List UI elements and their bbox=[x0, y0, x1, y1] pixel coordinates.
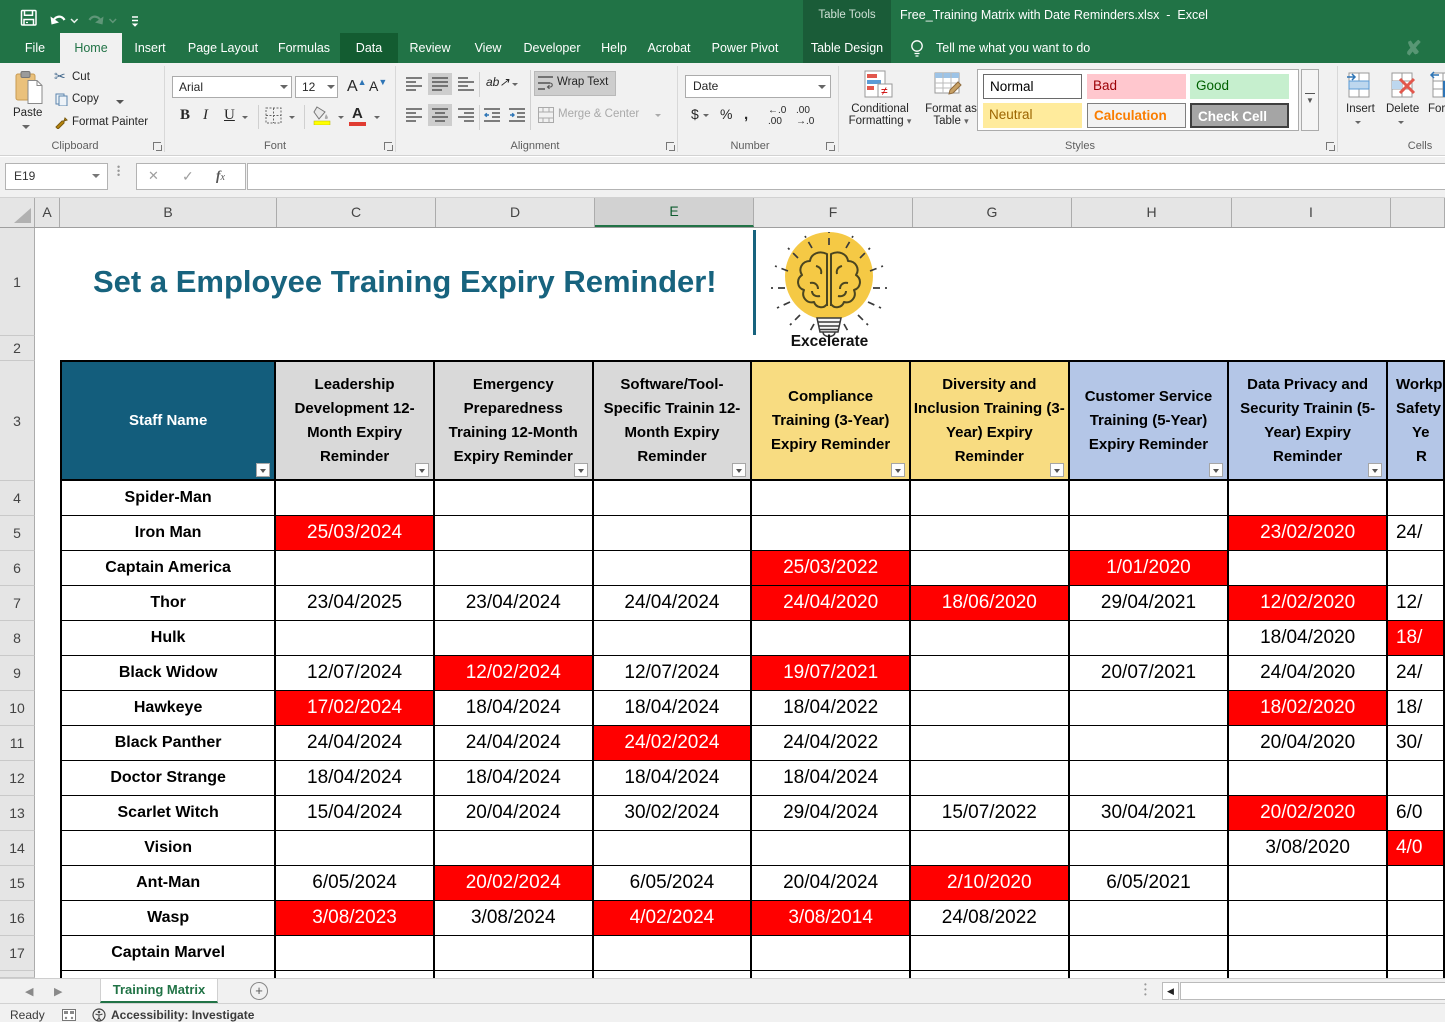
svg-text:≠: ≠ bbox=[881, 84, 888, 98]
